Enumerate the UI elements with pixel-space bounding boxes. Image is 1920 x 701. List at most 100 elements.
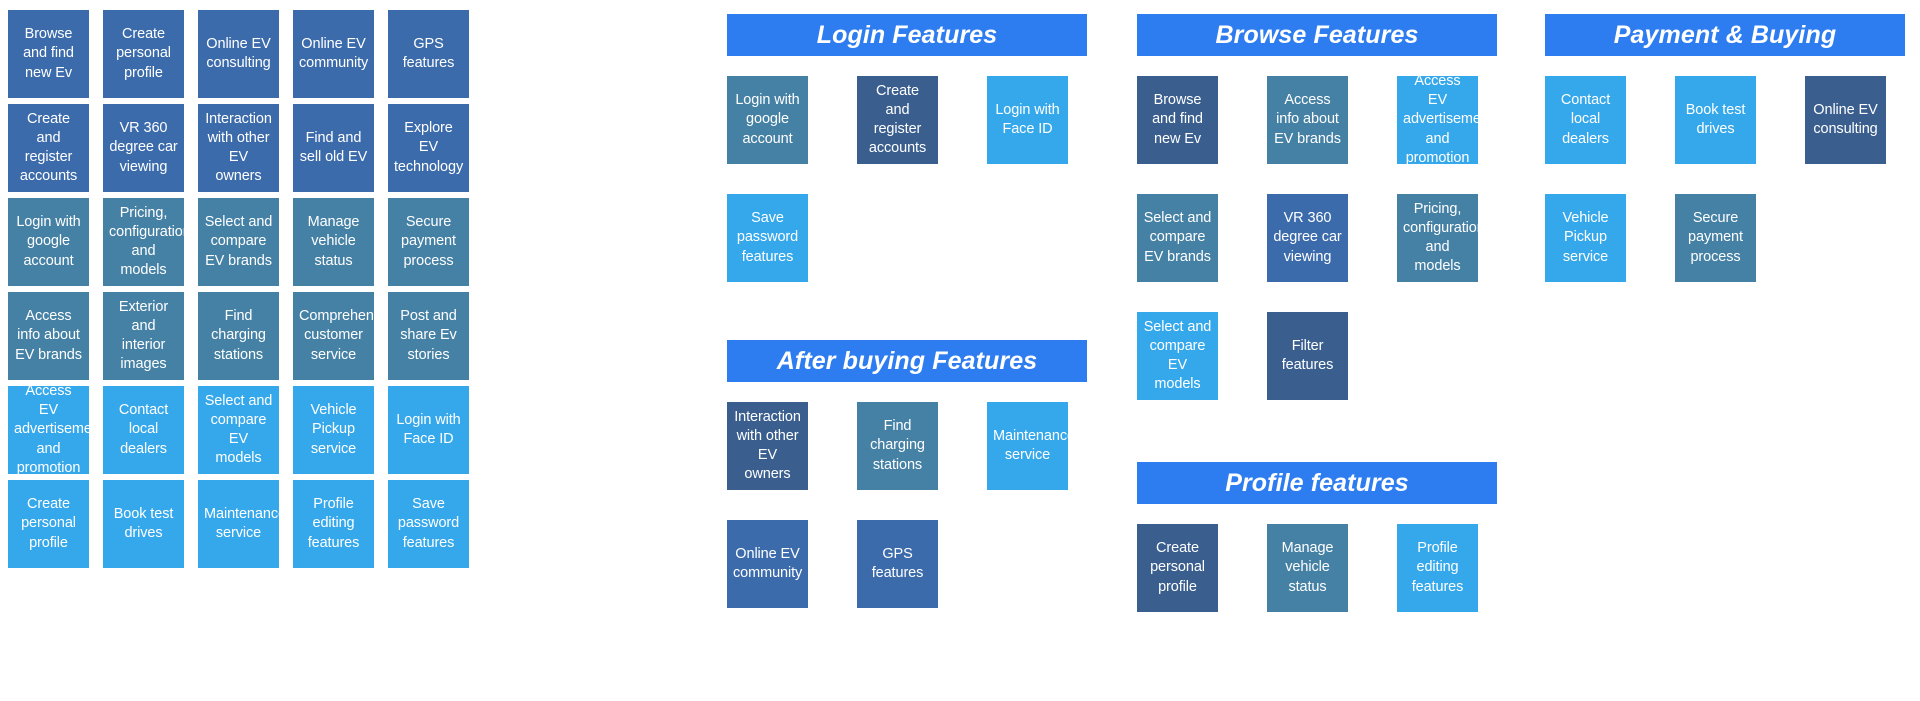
- feature-card[interactable]: Browse and find new Ev: [8, 10, 89, 98]
- panel-feature-card-label: GPS features: [871, 545, 924, 581]
- panel-feature-card[interactable]: Save password features: [727, 194, 808, 282]
- panel-feature-card[interactable]: VR 360 degree car viewing: [1267, 194, 1348, 282]
- panel-feature-card[interactable]: Online EV community: [727, 520, 808, 608]
- panel-feature-card[interactable]: Access info about EV brands: [1267, 76, 1348, 164]
- feature-card[interactable]: GPS features: [388, 10, 469, 98]
- feature-card-label: Create and register accounts: [19, 110, 78, 185]
- panel-feature-card[interactable]: Create and register accounts: [857, 76, 938, 164]
- panel-feature-card-label: Interaction with other EV owners: [734, 408, 801, 483]
- panel-feature-card[interactable]: Select and compare EV brands: [1137, 194, 1218, 282]
- panel-feature-card[interactable]: Profile editing features: [1397, 524, 1478, 612]
- section-header-title: After buying Features: [776, 346, 1038, 375]
- feature-card-label: Select and compare EV brands: [204, 214, 273, 269]
- feature-card-label: Exterior and interior images: [118, 298, 169, 373]
- panel-feature-card[interactable]: Vehicle Pickup service: [1545, 194, 1626, 282]
- feature-card[interactable]: Save password features: [388, 480, 469, 568]
- panel-feature-card-label: Filter features: [1281, 337, 1334, 373]
- feature-card[interactable]: Profile editing features: [293, 480, 374, 568]
- section-header-browse-features: Browse Features: [1137, 14, 1497, 56]
- panel-feature-card-label: Book test drives: [1685, 101, 1746, 137]
- panel-feature-card-label: Manage vehicle status: [1281, 540, 1334, 595]
- feature-card[interactable]: Vehicle Pickup service: [293, 386, 374, 474]
- panel-feature-card-label: Login with Face ID: [995, 101, 1060, 137]
- section-header-title: Payment & Buying: [1613, 20, 1837, 49]
- feature-card[interactable]: Pricing, configuration, and models: [103, 198, 184, 286]
- feature-card-label: Online EV community: [299, 35, 369, 71]
- panel-feature-card[interactable]: Filter features: [1267, 312, 1348, 400]
- feature-card-label: Online EV consulting: [206, 35, 271, 71]
- feature-card-label: Interaction with other EV owners: [205, 110, 272, 185]
- feature-card[interactable]: Interaction with other EV owners: [198, 104, 279, 192]
- panel-feature-card-label: Find charging stations: [870, 418, 925, 473]
- panel-feature-card[interactable]: Manage vehicle status: [1267, 524, 1348, 612]
- panel-feature-card-label: VR 360 degree car viewing: [1273, 210, 1342, 265]
- panel-feature-card-label: Save password features: [736, 210, 799, 265]
- panel-feature-card-label: Secure payment process: [1688, 210, 1743, 265]
- panel-feature-card[interactable]: GPS features: [857, 520, 938, 608]
- section-header-payment-and-buying: Payment & Buying: [1545, 14, 1905, 56]
- feature-card[interactable]: Online EV community: [293, 10, 374, 98]
- feature-card[interactable]: Secure payment process: [388, 198, 469, 286]
- feature-card-label: Find and sell old EV: [299, 129, 368, 165]
- feature-card[interactable]: Contact local dealers: [103, 386, 184, 474]
- panel-feature-card[interactable]: Access EV advertisement and promotion: [1397, 76, 1478, 164]
- panel-feature-card[interactable]: Select and compare EV models: [1137, 312, 1218, 400]
- feature-card[interactable]: Exterior and interior images: [103, 292, 184, 380]
- panel-feature-card[interactable]: Interaction with other EV owners: [727, 402, 808, 490]
- feature-card[interactable]: Online EV consulting: [198, 10, 279, 98]
- feature-card[interactable]: Explore EV technology: [388, 104, 469, 192]
- feature-card[interactable]: Create personal profile: [103, 10, 184, 98]
- feature-card[interactable]: Manage vehicle status: [293, 198, 374, 286]
- feature-card-label: Profile editing features: [307, 496, 360, 551]
- feature-card[interactable]: Book test drives: [103, 480, 184, 568]
- panel-feature-card[interactable]: Online EV consulting: [1805, 76, 1886, 164]
- feature-card[interactable]: Maintenance service: [198, 480, 279, 568]
- feature-card[interactable]: Login with google account: [8, 198, 89, 286]
- feature-card-label: Post and share Ev stories: [400, 308, 457, 363]
- feature-card[interactable]: Create and register accounts: [8, 104, 89, 192]
- panel-feature-card-label: Select and compare EV models: [1143, 318, 1212, 393]
- feature-card-label: Pricing, configuration, and models: [109, 204, 184, 279]
- panel-feature-card-label: Access EV advertisement and promotion: [1403, 76, 1478, 164]
- panel-feature-card[interactable]: Browse and find new Ev: [1137, 76, 1218, 164]
- panel-feature-card-label: Vehicle Pickup service: [1562, 210, 1609, 265]
- panel-feature-card[interactable]: Book test drives: [1675, 76, 1756, 164]
- feature-card-label: Book test drives: [113, 505, 174, 541]
- panel-feature-card[interactable]: Create personal profile: [1137, 524, 1218, 612]
- feature-card[interactable]: Login with Face ID: [388, 386, 469, 474]
- section-header-title: Profile features: [1225, 468, 1409, 497]
- panel-feature-card-label: Create personal profile: [1150, 540, 1205, 595]
- panel-feature-card[interactable]: Login with Face ID: [987, 76, 1068, 164]
- feature-card[interactable]: Comprehensive customer service: [293, 292, 374, 380]
- feature-card-label: Comprehensive customer service: [299, 308, 374, 363]
- panel-feature-card[interactable]: Pricing, configuration, and models: [1397, 194, 1478, 282]
- feature-card-label: Login with Face ID: [396, 411, 461, 447]
- panel-feature-card[interactable]: Secure payment process: [1675, 194, 1756, 282]
- panel-feature-card-label: Profile editing features: [1411, 540, 1464, 595]
- section-header-profile-features: Profile features: [1137, 462, 1497, 504]
- feature-card-label: Maintenance service: [204, 505, 279, 541]
- panel-feature-card-label: Contact local dealers: [1560, 92, 1611, 147]
- panel-feature-card-label: Create and register accounts: [868, 82, 927, 157]
- feature-card[interactable]: Create personal profile: [8, 480, 89, 568]
- feature-card[interactable]: Post and share Ev stories: [388, 292, 469, 380]
- panel-feature-card-label: Select and compare EV brands: [1143, 210, 1212, 265]
- feature-card-label: Browse and find new Ev: [23, 26, 74, 81]
- feature-card-label: Manage vehicle status: [307, 214, 360, 269]
- feature-card-label: Access EV advertisement and promotion: [14, 386, 89, 474]
- feature-card[interactable]: Access EV advertisement and promotion: [8, 386, 89, 474]
- feature-card[interactable]: VR 360 degree car viewing: [103, 104, 184, 192]
- feature-card[interactable]: Select and compare EV brands: [198, 198, 279, 286]
- feature-card-label: Create personal profile: [21, 496, 76, 551]
- feature-card-label: Create personal profile: [116, 26, 171, 81]
- panel-feature-card[interactable]: Login with google account: [727, 76, 808, 164]
- panel-feature-card[interactable]: Maintenance service: [987, 402, 1068, 490]
- panel-feature-card[interactable]: Find charging stations: [857, 402, 938, 490]
- feature-card[interactable]: Find charging stations: [198, 292, 279, 380]
- feature-card[interactable]: Select and compare EV models: [198, 386, 279, 474]
- feature-card[interactable]: Access info about EV brands: [8, 292, 89, 380]
- feature-card[interactable]: Find and sell old EV: [293, 104, 374, 192]
- panel-feature-card-label: Browse and find new Ev: [1152, 92, 1203, 147]
- panel-feature-card-label: Online EV consulting: [1813, 101, 1878, 137]
- panel-feature-card[interactable]: Contact local dealers: [1545, 76, 1626, 164]
